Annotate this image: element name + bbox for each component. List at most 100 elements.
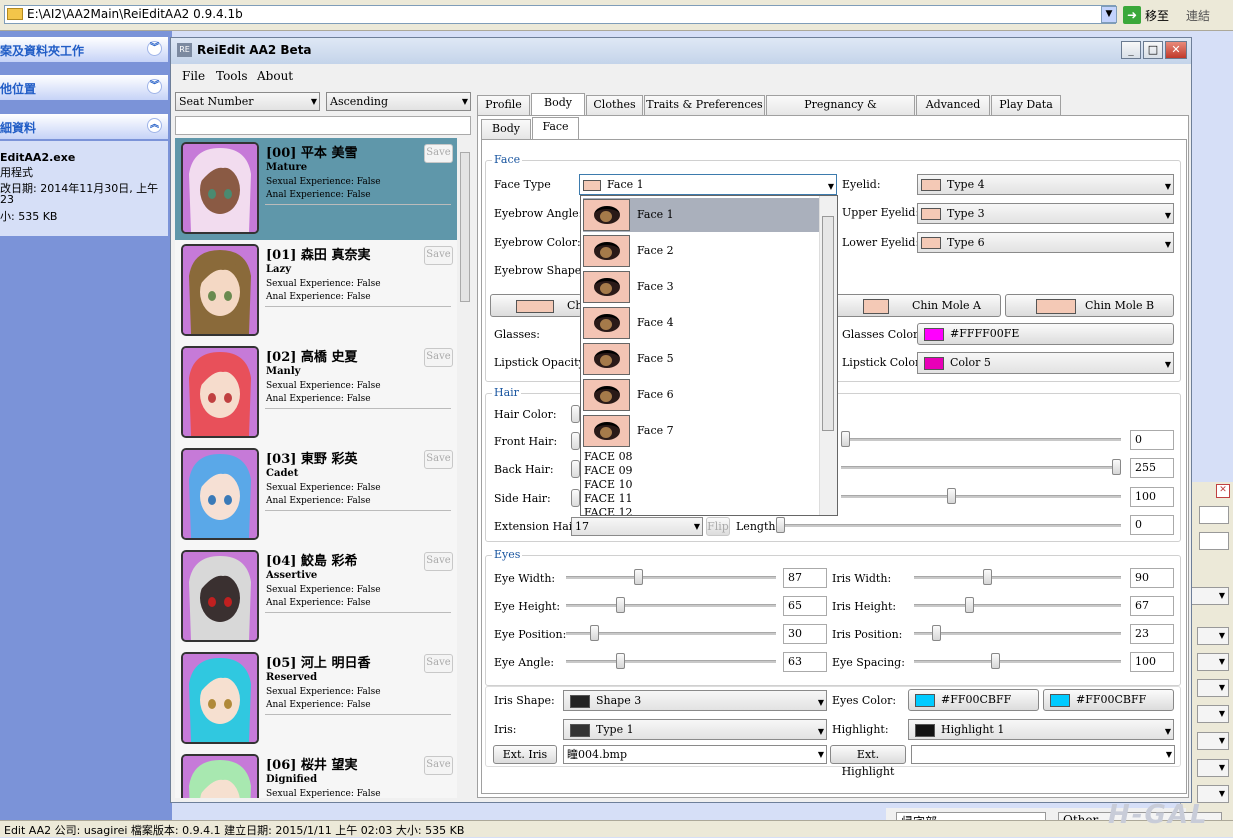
extension-hair-length-input[interactable]: 0: [1130, 515, 1174, 535]
eye-angle-input[interactable]: 63: [783, 652, 827, 672]
side-hair-length-slider[interactable]: [841, 486, 1121, 506]
close-icon[interactable]: ✕: [1216, 484, 1230, 498]
character-list-item[interactable]: [03] 東野 彩英 Cadet Sexual Experience: False A…: [175, 444, 457, 546]
lower-eyelid-select[interactable]: Type 6 ▼: [917, 232, 1174, 253]
face-option[interactable]: FACE 09: [584, 464, 633, 477]
extension-hair-select[interactable]: 17 ▼: [571, 517, 703, 536]
eye-height-slider[interactable]: [566, 595, 776, 615]
go-button[interactable]: ➜ 移至: [1123, 6, 1177, 24]
face-option[interactable]: Face 3: [583, 270, 819, 304]
face-option[interactable]: Face 2: [583, 234, 819, 268]
eye-height-input[interactable]: 65: [783, 596, 827, 616]
eye-position-slider[interactable]: [566, 623, 776, 643]
upper-eyelid-select[interactable]: Type 3 ▼: [917, 203, 1174, 224]
face-option[interactable]: FACE 12: [584, 506, 633, 515]
eye-width-input[interactable]: 87: [783, 568, 827, 588]
scrollbar-thumb[interactable]: [460, 152, 470, 302]
close-button[interactable]: ✕: [1165, 41, 1187, 59]
character-list-scrollbar[interactable]: [458, 138, 472, 798]
address-dropdown-button[interactable]: ▼: [1101, 6, 1117, 23]
eye-spacing-slider[interactable]: [914, 651, 1121, 671]
side-hair-length-input[interactable]: 100: [1130, 487, 1174, 507]
save-button[interactable]: Save: [424, 450, 453, 469]
save-button[interactable]: Save: [424, 756, 453, 775]
save-button[interactable]: Save: [424, 246, 453, 265]
ext-highlight-button[interactable]: Ext. Highlight: [830, 745, 906, 778]
glasses-color-button[interactable]: #FFFF00FE: [917, 323, 1174, 345]
front-hair-length-slider[interactable]: [841, 429, 1121, 449]
menu-file[interactable]: File: [182, 69, 205, 83]
title-bar[interactable]: RE ReiEdit AA2 Beta _ □ ✕: [171, 38, 1191, 64]
subtab-face[interactable]: Face: [532, 117, 579, 139]
iris-select[interactable]: Type 1 ▼: [563, 719, 827, 740]
menu-about[interactable]: About: [257, 69, 293, 83]
face-option[interactable]: FACE 10: [584, 478, 633, 491]
menu-tools[interactable]: Tools: [216, 69, 248, 83]
iris-position-slider[interactable]: [914, 623, 1121, 643]
face-option[interactable]: Face 5: [583, 342, 819, 376]
eye-width-slider[interactable]: [566, 567, 776, 587]
background-dropdown[interactable]: ▼: [1191, 587, 1229, 605]
chin-mole-b-button[interactable]: Chin Mole B: [1005, 294, 1174, 317]
iris-height-input[interactable]: 67: [1130, 596, 1174, 616]
front-hair-select[interactable]: [571, 432, 580, 450]
highlight-select[interactable]: Highlight 1 ▼: [908, 719, 1174, 740]
front-hair-length-input[interactable]: 0: [1130, 430, 1174, 450]
task-section-file-tasks[interactable]: 案及資料夾工作 ︾: [0, 37, 168, 62]
search-input[interactable]: [175, 116, 471, 135]
face-type-select[interactable]: Face 1 ▼: [579, 174, 837, 195]
iris-width-slider[interactable]: [914, 567, 1121, 587]
back-hair-length-slider[interactable]: [841, 457, 1121, 477]
face-type-dropdown-list[interactable]: Face 1 Face 2 Face 3 Face 4 Face 5 Face 6 Face…: [580, 195, 838, 516]
maximize-button[interactable]: □: [1143, 41, 1163, 59]
tab-clothes[interactable]: Clothes: [586, 95, 643, 115]
back-hair-select[interactable]: [571, 460, 580, 478]
tab-advanced[interactable]: Advanced: [916, 95, 990, 115]
character-list-item[interactable]: [00] 平本 美雪 Mature Sexual Experience: False…: [175, 138, 457, 240]
save-button[interactable]: Save: [424, 348, 453, 367]
links-label[interactable]: 連結: [1186, 7, 1210, 24]
character-list[interactable]: [00] 平本 美雪 Mature Sexual Experience: False…: [175, 138, 457, 798]
expand-chevron-icon[interactable]: ︽: [147, 118, 162, 133]
minimize-button[interactable]: _: [1121, 41, 1141, 59]
eye-angle-slider[interactable]: [566, 651, 776, 671]
eyes-color-button-right[interactable]: #FF00CBFF: [1043, 689, 1174, 711]
eye-position-input[interactable]: 30: [783, 624, 827, 644]
iris-width-input[interactable]: 90: [1130, 568, 1174, 588]
character-list-item[interactable]: [01] 森田 真奈実 Lazy Sexual Experience: False A…: [175, 240, 457, 342]
collapse-chevron-icon[interactable]: ︾: [147, 41, 162, 56]
scrollbar-thumb[interactable]: [822, 216, 834, 431]
face-option[interactable]: Face 7: [583, 414, 819, 448]
character-list-item[interactable]: [06] 桜井 望実 Dignified Sexual Experience: Fa…: [175, 750, 457, 798]
face-option[interactable]: Face 4: [583, 306, 819, 340]
task-section-details[interactable]: 細資料 ︽: [0, 114, 168, 139]
cheek-mole-button[interactable]: Ch: [490, 294, 583, 317]
save-button[interactable]: Save: [424, 144, 453, 163]
background-dropdown[interactable]: ▼: [1197, 627, 1229, 645]
side-hair-select[interactable]: [571, 489, 580, 507]
background-dropdown[interactable]: ▼: [1197, 653, 1229, 671]
tab-traits[interactable]: Traits & Preferences: [644, 95, 765, 115]
hair-color-button[interactable]: [571, 405, 580, 423]
tab-profile[interactable]: Profile: [477, 95, 530, 115]
eye-spacing-input[interactable]: 100: [1130, 652, 1174, 672]
face-option[interactable]: FACE 08: [584, 450, 633, 463]
background-dropdown[interactable]: ▼: [1197, 732, 1229, 750]
eyes-color-button-left[interactable]: #FF00CBFF: [908, 689, 1039, 711]
save-button[interactable]: Save: [424, 552, 453, 571]
flip-button[interactable]: Flip: [706, 517, 730, 536]
background-field[interactable]: [1199, 506, 1229, 524]
back-hair-length-input[interactable]: 255: [1130, 458, 1174, 478]
face-option[interactable]: FACE 11: [584, 492, 633, 505]
collapse-chevron-icon[interactable]: ︾: [147, 79, 162, 94]
iris-position-input[interactable]: 23: [1130, 624, 1174, 644]
save-button[interactable]: Save: [424, 654, 453, 673]
face-option[interactable]: Face 1: [583, 198, 819, 232]
background-field[interactable]: [1199, 532, 1229, 550]
face-list-scrollbar[interactable]: [819, 196, 837, 515]
background-dropdown[interactable]: ▼: [1197, 705, 1229, 723]
eyelid-select[interactable]: Type 4 ▼: [917, 174, 1174, 195]
character-list-item[interactable]: [05] 河上 明日香 Reserved Sexual Experience: Fa…: [175, 648, 457, 750]
character-list-item[interactable]: [04] 鮫島 彩希 Assertive Sexual Experience: Fa…: [175, 546, 457, 648]
ext-iris-select[interactable]: 瞳004.bmp ▼: [563, 745, 827, 764]
